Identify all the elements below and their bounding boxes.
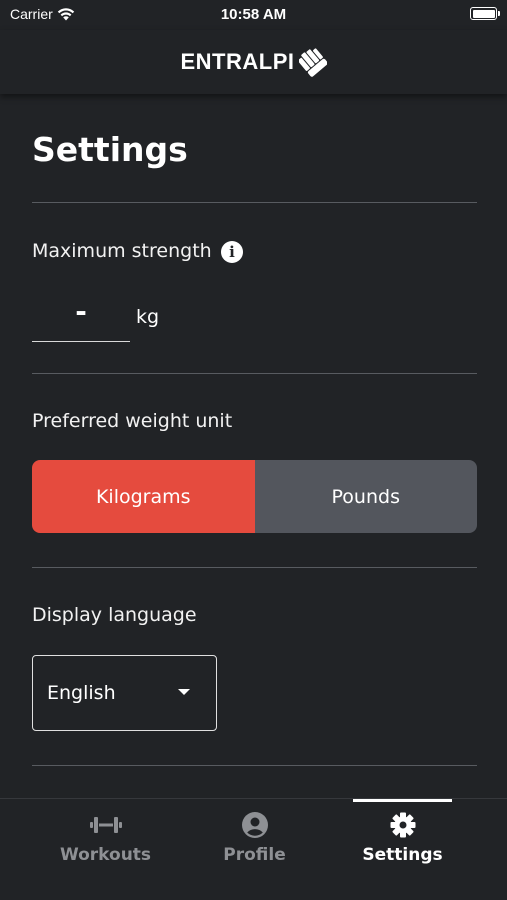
status-time: 10:58 AM [220,6,287,23]
logo: ENTRALPI [181,46,327,78]
tab-bar: Workouts Profile Settings [0,798,507,900]
max-strength-unit: kg [136,306,160,328]
tab-workouts-label: Workouts [59,845,152,865]
profile-icon [241,812,268,838]
tab-settings[interactable]: Settings [353,799,452,900]
divider [32,567,477,568]
gear-icon [390,812,415,838]
language-select[interactable]: English [32,655,217,731]
chevron-down-icon [178,689,190,695]
logo-text: ENTRALPI [180,49,295,74]
max-strength-label: Maximum strength [32,240,212,262]
divider [32,765,477,766]
kilograms-option[interactable]: Kilograms [32,460,255,533]
max-strength-input[interactable]: - [32,292,130,342]
weight-unit-label: Preferred weight unit [32,410,233,432]
tab-profile[interactable]: Profile [170,799,339,900]
battery-icon [470,7,500,20]
dumbbell-icon [89,817,122,833]
tab-profile-label: Profile [223,845,286,865]
divider [32,202,477,203]
weight-unit-selector: Kilograms Pounds [32,460,477,533]
status-bar: Carrier 10:58 AM [0,0,507,30]
info-icon[interactable]: i [221,241,243,263]
tab-workouts[interactable]: Workouts [21,799,190,900]
logo-mark-icon [298,48,327,77]
display-language-label: Display language [32,604,197,626]
page-title: Settings [32,130,188,169]
language-value: English [47,682,116,704]
app-header: ENTRALPI [0,30,507,94]
divider [32,373,477,374]
tab-settings-label: Settings [362,845,443,865]
pounds-option[interactable]: Pounds [254,460,477,533]
